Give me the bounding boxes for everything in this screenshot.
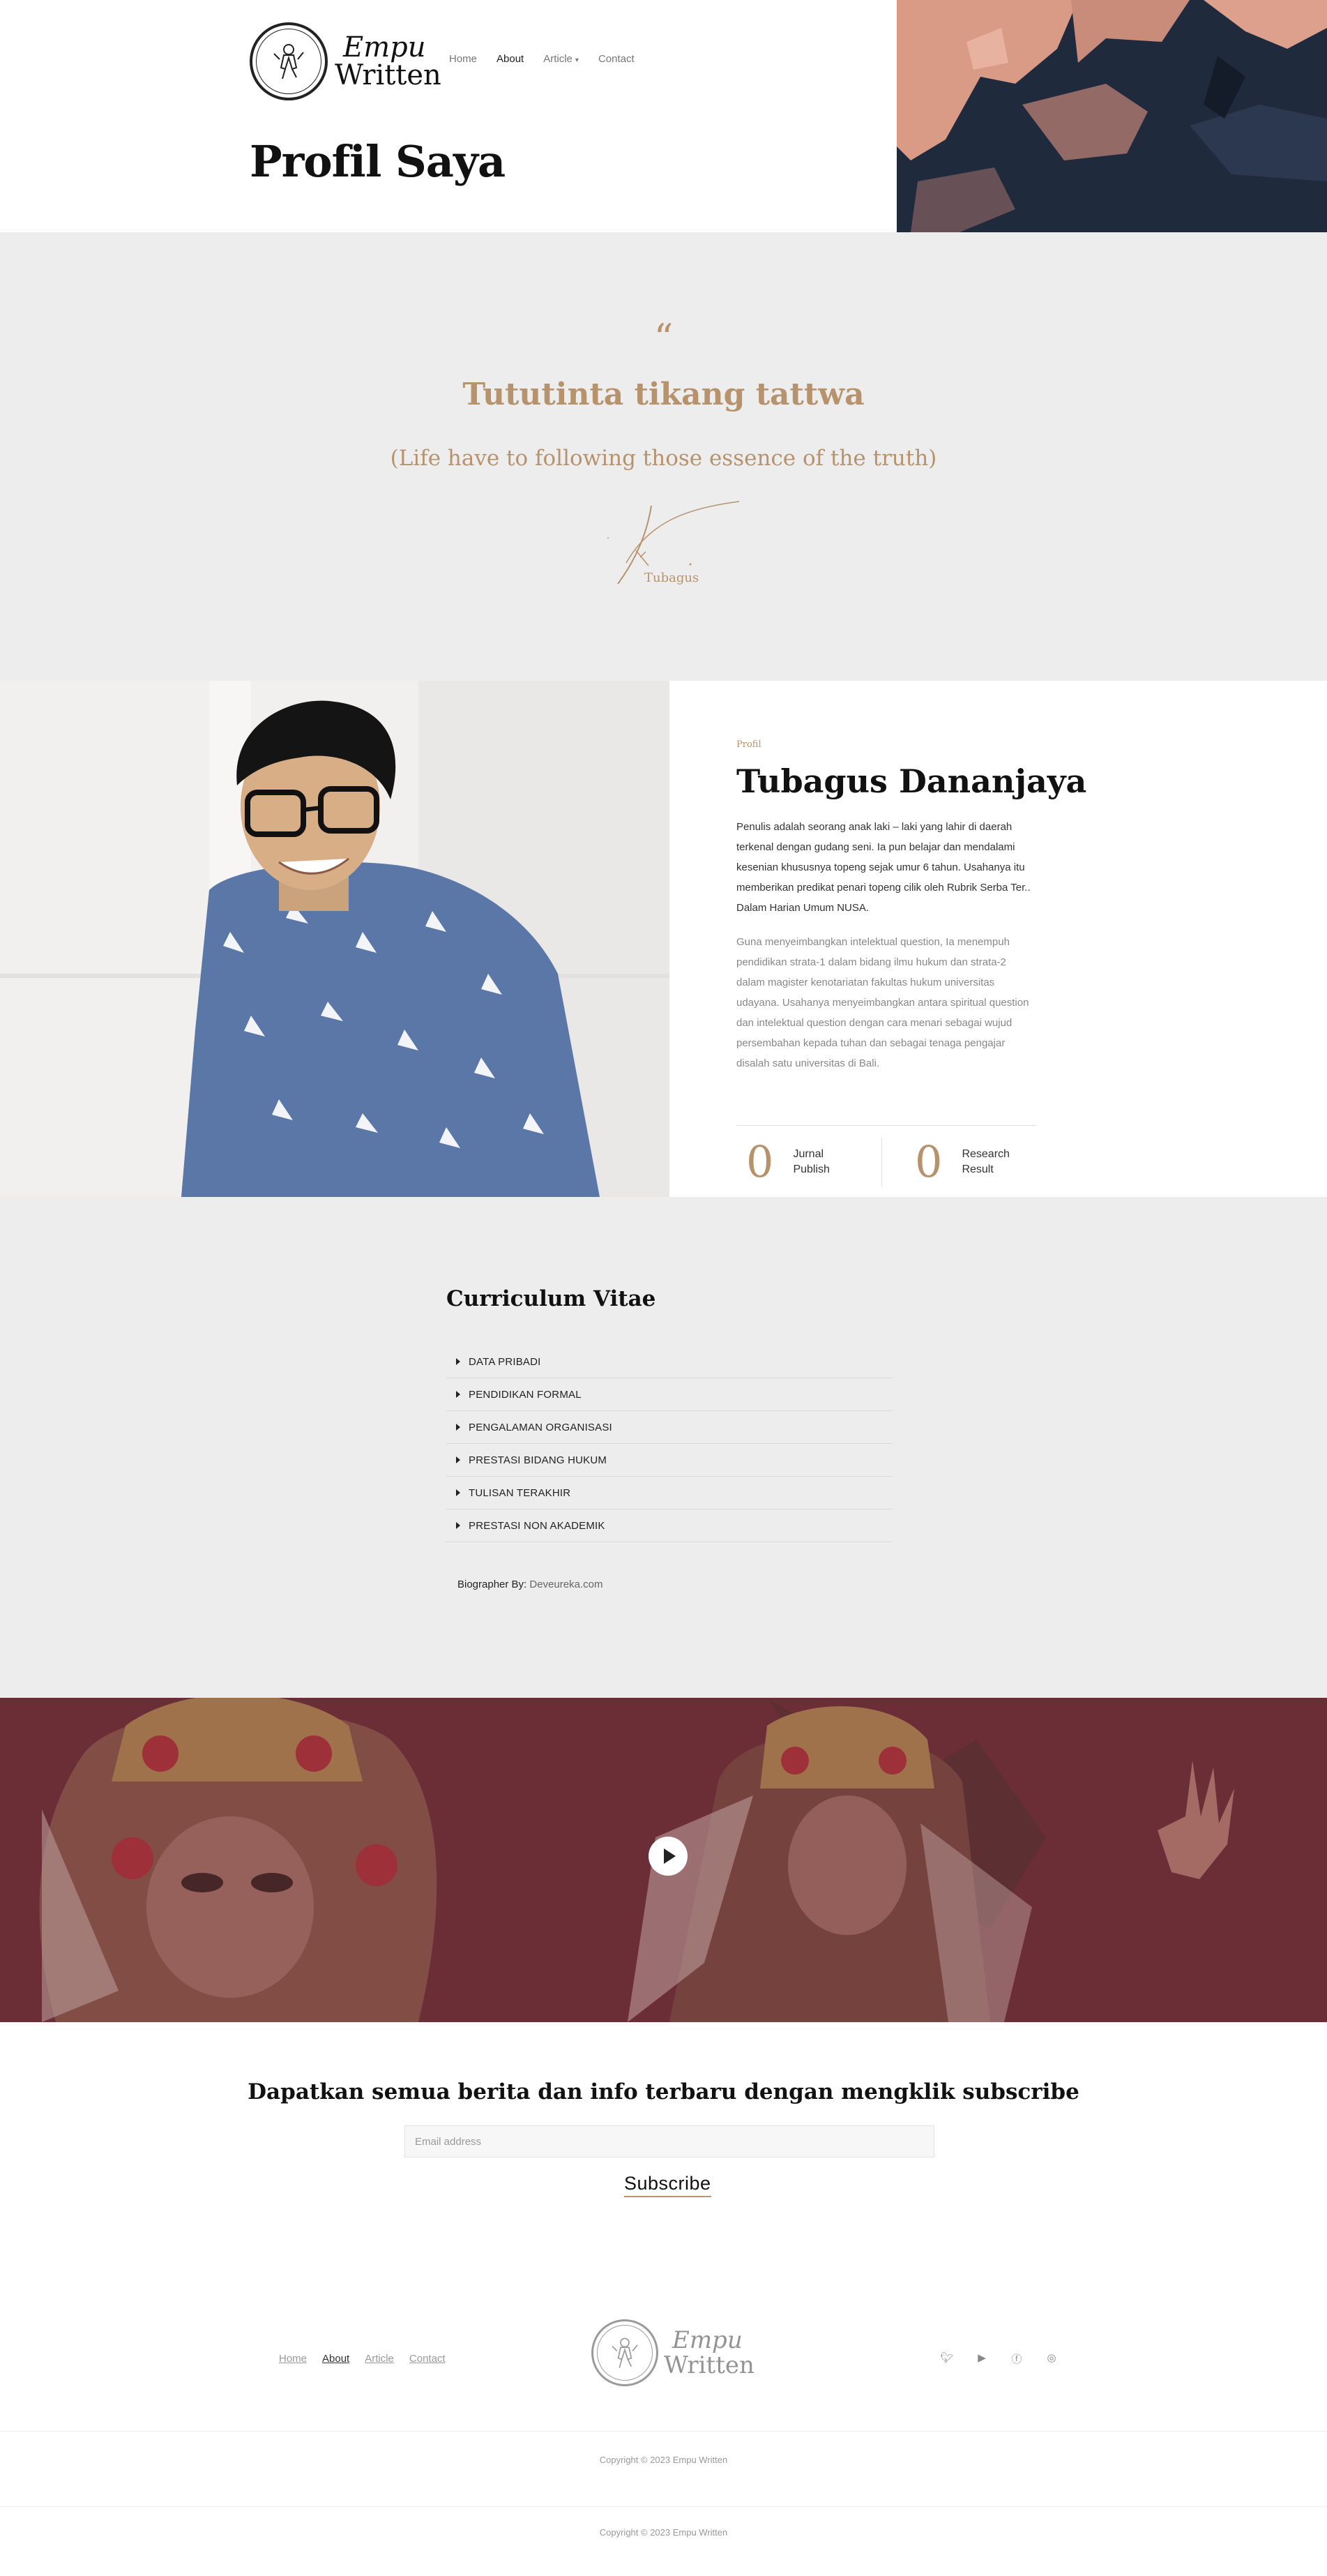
stat-jurnal: 0 Jurnal Publish [746, 1134, 842, 1190]
caret-right-icon [456, 1522, 460, 1529]
quote-mark-icon: “ [653, 316, 674, 360]
play-video-button[interactable] [649, 1837, 688, 1876]
subscribe-title: Dapatkan semua berita dan info terbaru d… [248, 2079, 1079, 2104]
chevron-down-icon: ▾ [575, 57, 579, 64]
twitter-icon[interactable]: 🐦︎ [940, 2351, 954, 2366]
profile-eyebrow: Profil [736, 739, 761, 750]
quote-subtitle: (Life have to following those essence of… [390, 446, 937, 471]
nav-home[interactable]: Home [449, 53, 477, 65]
stat-label: Research Result [962, 1148, 1010, 1175]
play-icon [664, 1848, 676, 1864]
email-input[interactable] [404, 2125, 934, 2157]
profile-paragraph-2: Guna menyeimbangkan intelektual question… [736, 936, 1029, 1069]
stat-value: 0 [915, 1136, 943, 1187]
subscribe-button[interactable]: Subscribe [624, 2173, 711, 2197]
caret-right-icon [456, 1391, 460, 1398]
cv-item-pengalaman-organisasi[interactable]: PENGALAMAN ORGANISASI [446, 1411, 893, 1444]
logo-line1: Empu [343, 31, 426, 63]
logo-emblem-icon [591, 2319, 658, 2386]
copyright-text-secondary: Copyright © 2023 Empu Written [599, 2527, 728, 2538]
divider [0, 2431, 1327, 2432]
biographer-credit: Biographer By: Deveureka.com [457, 1579, 602, 1590]
signature-name: Tubagus [644, 571, 699, 585]
profile-paragraph-1: Penulis adalah seorang anak laki – laki … [736, 821, 1031, 914]
instagram-icon[interactable]: ◎ [1045, 2351, 1059, 2366]
footer-nav-article[interactable]: Article [365, 2353, 394, 2365]
profile-card: Profil Tubagus Dananjaya Penulis adalah … [669, 681, 1088, 1197]
caret-right-icon [456, 1358, 460, 1365]
cv-accordion: DATA PRIBADI PENDIDIKAN FORMAL PENGALAMA… [446, 1346, 893, 1542]
footer-logo-line1: Empu [672, 2326, 743, 2354]
caret-right-icon [456, 1489, 460, 1496]
logo-line2: Written [335, 59, 441, 91]
footer-logo[interactable]: Empu Written [591, 2319, 755, 2386]
cv-item-prestasi-non-akademik[interactable]: PRESTASI NON AKADEMIK [446, 1509, 893, 1542]
caret-right-icon [456, 1424, 460, 1431]
quote-title: Tututinta tikang tattwa [462, 377, 865, 412]
nav-article[interactable]: Article ▾ [543, 53, 579, 65]
main-nav: Home About Article ▾ Contact [449, 53, 635, 65]
facebook-icon[interactable]: ⓕ [1010, 2351, 1024, 2366]
divider [736, 1125, 1036, 1126]
logo-emblem-icon [250, 22, 328, 100]
cv-title: Curriculum Vitae [446, 1286, 656, 1311]
cv-item-tulisan-terakhir[interactable]: TULISAN TERAKHIR [446, 1477, 893, 1509]
youtube-icon[interactable]: ▶ [975, 2351, 989, 2366]
footer-nav-contact[interactable]: Contact [409, 2353, 446, 2365]
site-header: Empu Written Home About Article ▾ Contact… [0, 0, 1327, 232]
footer-nav-about[interactable]: About [322, 2353, 349, 2365]
footer-logo-line2: Written [664, 2351, 755, 2379]
stat-research: 0 Research Result [915, 1134, 1010, 1190]
divider [881, 1138, 882, 1187]
site-logo[interactable]: Empu Written [250, 22, 441, 100]
cv-section: Curriculum Vitae DATA PRIBADI PENDIDIKAN… [0, 1197, 1327, 1698]
biographer-label: Biographer By: [457, 1579, 527, 1590]
cv-item-pendidikan-formal[interactable]: PENDIDIKAN FORMAL [446, 1378, 893, 1411]
video-section [0, 1698, 1327, 2022]
site-footer: Home About Article Contact Empu Written … [0, 2231, 1327, 2576]
divider [0, 2506, 1327, 2507]
header-painting-image: 🐦︎ ▶ ⓕ ◎ [897, 0, 1327, 232]
cv-item-data-pribadi[interactable]: DATA PRIBADI [446, 1346, 893, 1378]
quote-section: “ Tututinta tikang tattwa (Life have to … [0, 232, 1327, 681]
stat-value: 0 [746, 1136, 774, 1187]
nav-contact[interactable]: Contact [598, 53, 635, 65]
caret-right-icon [456, 1456, 460, 1463]
footer-social-links: 🐦︎ ▶ ⓕ ◎ [940, 2351, 1059, 2366]
profile-name: Tubagus Dananjaya [736, 762, 1087, 800]
stat-label: Jurnal Publish [793, 1148, 830, 1175]
profile-photo [0, 681, 669, 1197]
subscribe-section: Dapatkan semua berita dan info terbaru d… [0, 2022, 1327, 2231]
biographer-link[interactable]: Deveureka.com [529, 1579, 602, 1590]
footer-nav: Home About Article Contact [279, 2353, 446, 2365]
page-title: Profil Saya [250, 136, 506, 187]
copyright-text: Copyright © 2023 Empu Written [599, 2455, 728, 2465]
footer-nav-home[interactable]: Home [279, 2353, 307, 2365]
cv-item-prestasi-hukum[interactable]: PRESTASI BIDANG HUKUM [446, 1444, 893, 1477]
nav-about[interactable]: About [496, 53, 524, 65]
